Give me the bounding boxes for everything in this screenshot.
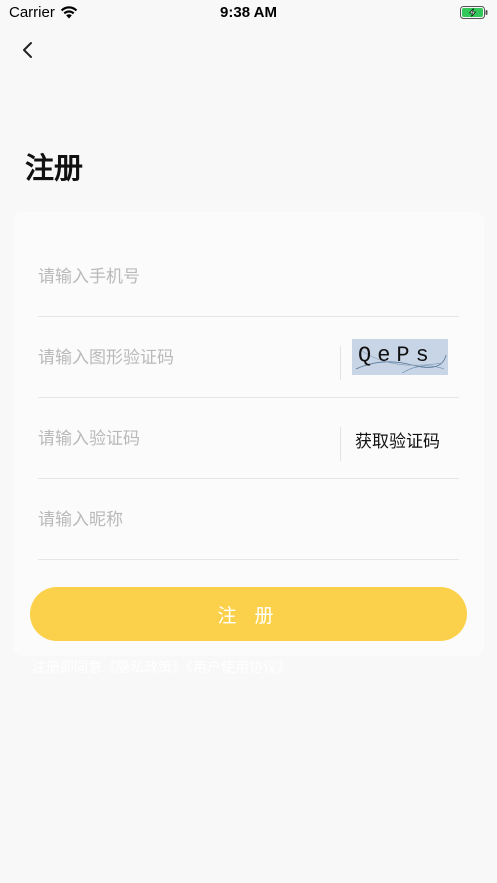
page-title: 注册 <box>25 151 84 185</box>
phone-input[interactable] <box>38 237 459 316</box>
register-button[interactable]: 注 册 <box>30 587 467 641</box>
agreement-text: 注册即同意《隐私政策》《用户使用协议》 <box>32 657 291 677</box>
status-time: 9:38 AM <box>220 4 277 21</box>
vertical-divider <box>340 346 341 380</box>
get-code-button[interactable]: 获取验证码 <box>355 427 440 452</box>
sms-code-input[interactable] <box>38 399 333 478</box>
captcha-row: QePs <box>38 318 459 398</box>
sms-code-row: 获取验证码 <box>38 399 459 479</box>
user-agreement-link[interactable]: 《用户使用协议》 <box>186 660 291 676</box>
captcha-image[interactable]: QePs <box>352 339 448 375</box>
captcha-input[interactable] <box>38 318 333 397</box>
vertical-divider <box>340 427 341 461</box>
privacy-policy-link[interactable]: 《隐私政策》 <box>102 660 186 676</box>
back-arrow-icon[interactable] <box>18 38 38 62</box>
phone-row <box>38 237 459 317</box>
battery-charging-icon <box>460 6 488 19</box>
status-bar: Carrier 9:38 AM <box>0 0 497 26</box>
nickname-input[interactable] <box>38 480 459 559</box>
captcha-text: QePs <box>358 343 435 368</box>
nickname-row <box>38 480 459 560</box>
agreement-prefix: 注册即同意 <box>32 660 102 676</box>
